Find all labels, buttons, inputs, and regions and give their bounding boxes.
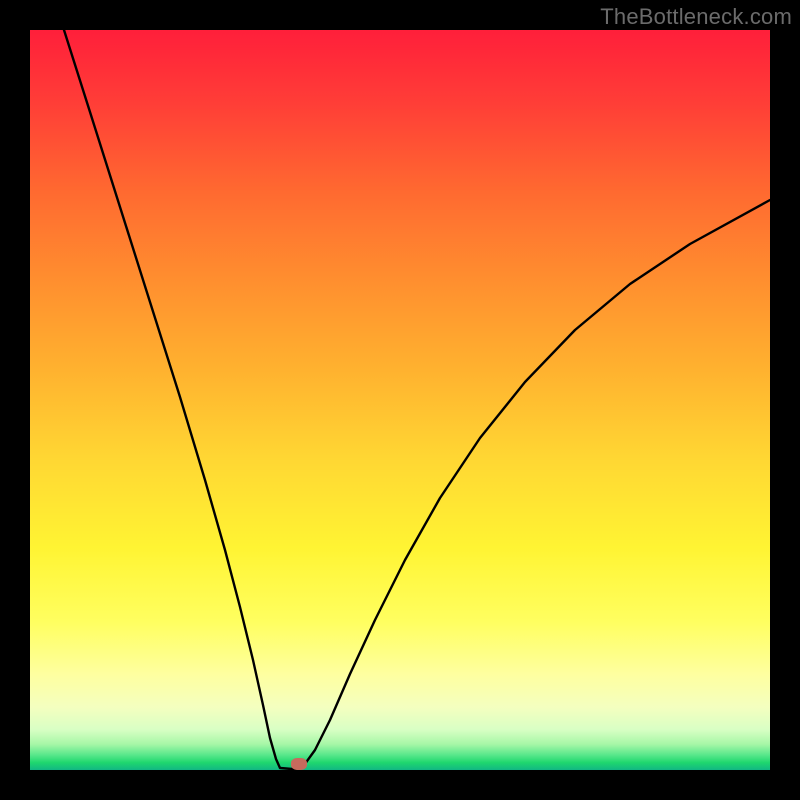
plot-area xyxy=(30,30,770,770)
watermark-text: TheBottleneck.com xyxy=(600,4,792,30)
bottleneck-curve xyxy=(30,30,770,770)
minimum-marker xyxy=(291,758,307,770)
chart-frame: TheBottleneck.com xyxy=(0,0,800,800)
